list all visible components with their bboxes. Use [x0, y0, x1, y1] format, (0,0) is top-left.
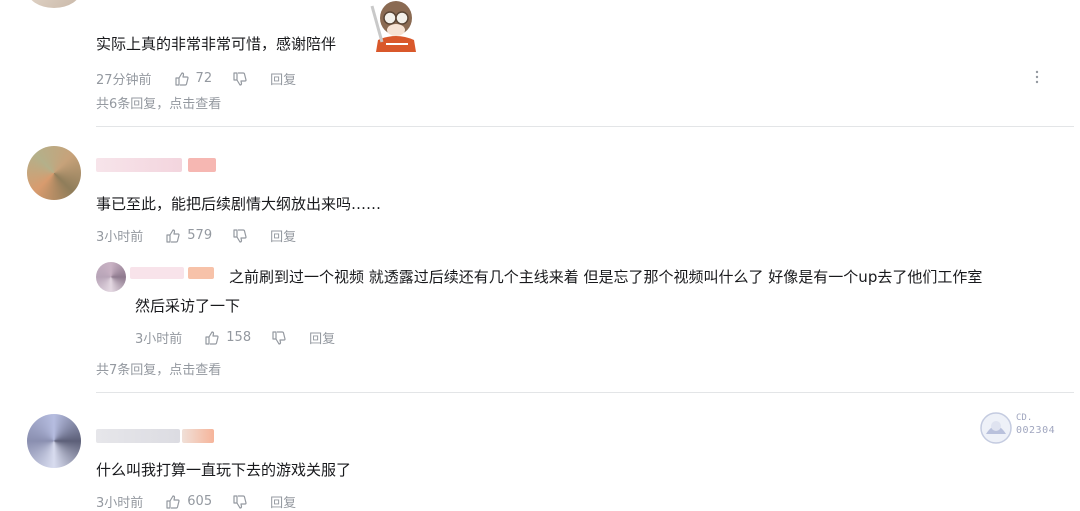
fan-badge-number: 002304 — [1016, 425, 1056, 436]
avatar[interactable] — [27, 414, 81, 468]
comment-time: 27分钟前 — [96, 73, 152, 88]
comment-meta: 3小时前 605 回复 — [96, 492, 296, 511]
divider — [96, 126, 1074, 127]
like-count: 605 — [187, 494, 213, 509]
comment-time: 3小时前 — [96, 230, 144, 245]
username-blurred[interactable] — [96, 158, 182, 172]
thumb-down-icon — [272, 330, 286, 345]
divider — [96, 392, 1074, 393]
like-count: 579 — [187, 228, 213, 243]
reply-button[interactable]: 回复 — [270, 492, 296, 511]
reply-like-count: 158 — [226, 330, 252, 345]
avatar[interactable] — [27, 0, 81, 8]
dislike-button[interactable] — [232, 228, 248, 244]
like-button[interactable]: 72 — [174, 71, 213, 87]
reply-dislike-button[interactable] — [271, 330, 287, 346]
fan-badge: CD. 002304 — [976, 410, 1066, 446]
comment-content: 什么叫我打算一直玩下去的游戏关服了 — [96, 461, 352, 479]
user-badge-blurred — [188, 158, 216, 172]
thumb-up-icon — [166, 228, 180, 243]
reply-avatar[interactable] — [96, 262, 126, 292]
dislike-button[interactable] — [232, 71, 248, 87]
dislike-button[interactable] — [232, 494, 248, 510]
thumb-up-icon — [166, 494, 180, 509]
reply-user-badge-blurred — [188, 267, 214, 279]
thumb-down-icon — [233, 71, 247, 86]
comment-content: 事已至此，能把后续剧情大纲放出来吗…… — [96, 195, 382, 213]
user-badge-blurred — [182, 429, 214, 443]
thumb-down-icon — [233, 494, 247, 509]
comment-time: 3小时前 — [96, 496, 144, 511]
thumb-down-icon — [233, 228, 247, 243]
reply-time: 3小时前 — [135, 332, 183, 347]
username-blurred[interactable] — [96, 429, 180, 443]
thumb-up-icon — [205, 330, 219, 345]
comment-content: 实际上真的非常非常可惜，感谢陪伴 — [96, 35, 337, 53]
reply-content: 之前刷到过一个视频 就透露过后续还有几个主线来着 但是忘了那个视频叫什么了 好像… — [229, 268, 983, 286]
reply-button[interactable]: 回复 — [270, 69, 296, 88]
avatar[interactable] — [27, 146, 81, 200]
comment-meta: 3小时前 579 回复 — [96, 226, 296, 245]
like-button[interactable]: 579 — [165, 228, 212, 244]
reply-content-continued: 然后采访了一下 — [135, 297, 241, 315]
sticker-emote — [368, 0, 424, 54]
reply-meta: 3小时前 158 回复 — [135, 328, 335, 347]
reply-button[interactable]: 回复 — [270, 226, 296, 245]
view-replies-link[interactable]: 共7条回复，点击查看 — [96, 359, 221, 378]
reply-button[interactable]: 回复 — [309, 328, 335, 347]
reply-like-button[interactable]: 158 — [204, 330, 251, 346]
comment-meta: 27分钟前 72 回复 — [96, 69, 296, 88]
fan-badge-label: CD. — [1016, 413, 1033, 423]
thumb-up-icon — [174, 71, 189, 86]
like-count: 72 — [195, 71, 213, 86]
reply-username-blurred[interactable] — [130, 267, 184, 279]
like-button[interactable]: 605 — [165, 494, 212, 510]
more-options-icon[interactable] — [1034, 68, 1040, 86]
view-replies-link[interactable]: 共6条回复，点击查看 — [96, 93, 221, 112]
